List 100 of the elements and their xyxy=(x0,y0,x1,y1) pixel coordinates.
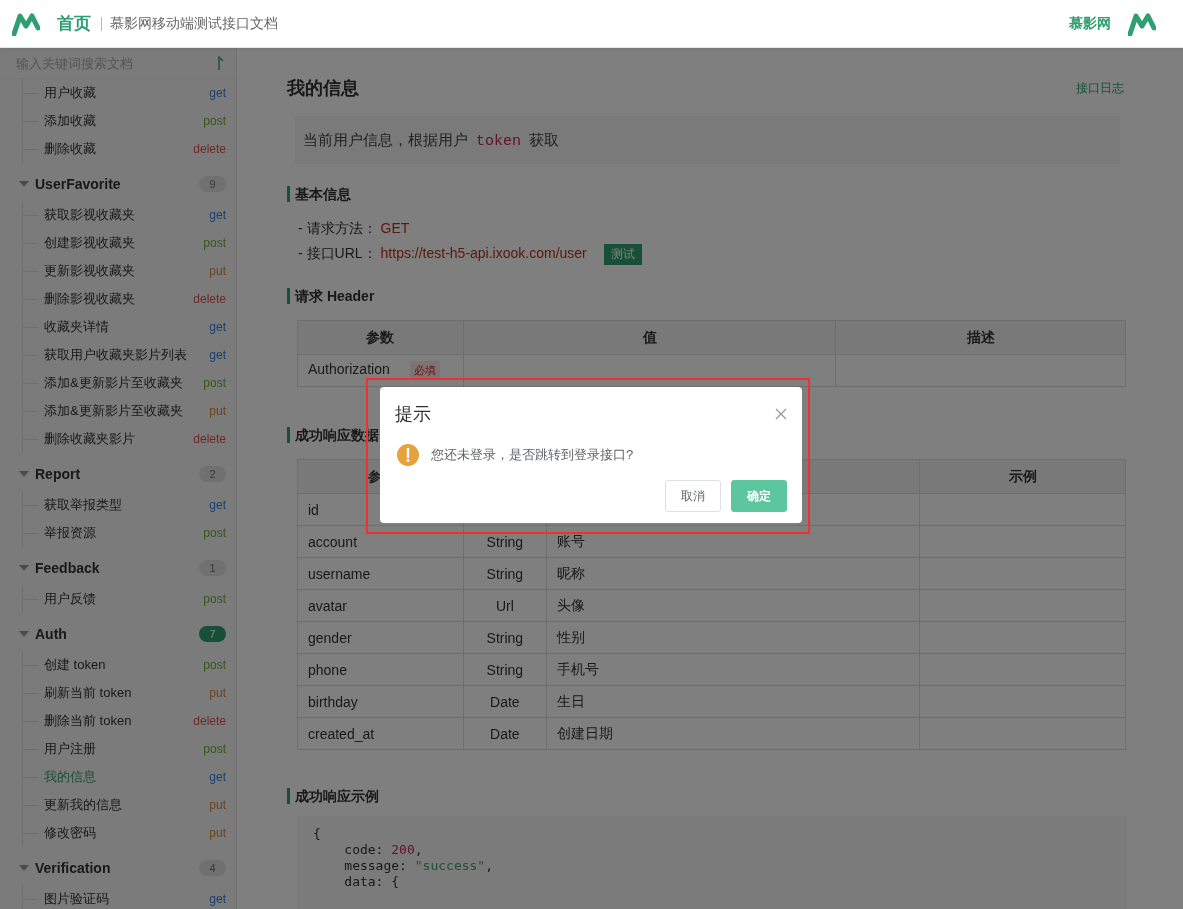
sidebar-item[interactable]: 添加&更新影片至收藏夹 post xyxy=(23,369,236,397)
sidebar-item[interactable]: 创建影视收藏夹 post xyxy=(23,229,236,257)
expand-triangle-icon[interactable] xyxy=(19,471,29,477)
group-title[interactable]: Auth xyxy=(35,626,199,642)
table-cell: 账号 xyxy=(546,525,920,558)
method-label: post xyxy=(203,114,226,128)
method-label: post xyxy=(203,526,226,540)
table-cell: phone xyxy=(297,653,464,686)
table-cell: 昵称 xyxy=(546,557,920,590)
method-label: post xyxy=(203,658,226,672)
column-header: 参数 xyxy=(297,320,464,355)
method-label: get xyxy=(209,348,226,362)
table-cell: 性别 xyxy=(546,621,920,654)
sidebar-item[interactable]: 用户收藏 get xyxy=(23,79,236,107)
table-cell: String xyxy=(463,557,547,590)
expand-triangle-icon[interactable] xyxy=(19,181,29,187)
sidebar-item[interactable]: 删除影视收藏夹 delete xyxy=(23,285,236,313)
method-label: get xyxy=(209,86,226,100)
table-cell: 头像 xyxy=(546,589,920,622)
warning-icon xyxy=(397,444,419,466)
group-title[interactable]: Verification xyxy=(35,860,199,876)
logo-icon xyxy=(12,11,40,36)
table-cell: String xyxy=(463,525,547,558)
count-badge: 9 xyxy=(199,176,226,192)
table-cell: 生日 xyxy=(546,685,920,718)
sidebar-item[interactable]: 删除收藏 delete xyxy=(23,135,236,163)
sidebar-item[interactable]: 图片验证码 get xyxy=(23,885,236,909)
sidebar-item[interactable]: 创建 token post xyxy=(23,651,236,679)
table-cell: Date xyxy=(463,685,547,718)
field-label: - 请求方法： xyxy=(298,220,377,236)
sidebar-item[interactable]: 删除收藏夹影片 delete xyxy=(23,425,236,453)
sidebar-item[interactable]: 用户反馈 post xyxy=(23,585,236,613)
cancel-button[interactable]: 取消 xyxy=(665,480,721,512)
dialog-title: 提示 xyxy=(395,403,431,426)
table-cell: Date xyxy=(463,717,547,750)
method-label: put xyxy=(209,826,226,840)
column-header: 描述 xyxy=(835,320,1126,355)
site-subtitle: 慕影网移动端测试接口文档 xyxy=(110,14,278,33)
expand-triangle-icon[interactable] xyxy=(19,865,29,871)
sidebar-item[interactable]: 添加收藏 post xyxy=(23,107,236,135)
section-heading: 请求 Header xyxy=(287,288,1127,304)
log-link[interactable]: 接口日志 xyxy=(1076,79,1124,97)
sidebar-item[interactable]: 更新影视收藏夹 put xyxy=(23,257,236,285)
table-cell: birthday xyxy=(297,685,464,718)
method-label: post xyxy=(203,742,226,756)
method-label: delete xyxy=(193,714,226,728)
table-cell: created_at xyxy=(297,717,464,750)
count-badge: 4 xyxy=(199,860,226,876)
table-cell: String xyxy=(463,653,547,686)
sidebar-item[interactable]: 我的信息 get xyxy=(23,763,236,791)
sidebar-item[interactable]: 用户注册 post xyxy=(23,735,236,763)
column-header: 值 xyxy=(463,320,836,355)
table-cell: account xyxy=(297,525,464,558)
sidebar-item[interactable]: 添加&更新影片至收藏夹 put xyxy=(23,397,236,425)
table-cell: Url xyxy=(463,589,547,622)
section-heading: 成功响应示例 xyxy=(287,788,1127,804)
expand-triangle-icon[interactable] xyxy=(19,565,29,571)
url-link[interactable]: https://test-h5-api.ixook.com/user xyxy=(380,245,587,261)
expand-triangle-icon[interactable] xyxy=(19,631,29,637)
table-cell: 手机号 xyxy=(546,653,920,686)
method-label: put xyxy=(209,686,226,700)
sidebar-item[interactable]: 举报资源 post xyxy=(23,519,236,547)
method-label: post xyxy=(203,236,226,250)
column-header: 示例 xyxy=(919,459,1126,494)
home-link[interactable]: 首页 xyxy=(57,12,91,35)
close-icon[interactable] xyxy=(775,408,787,420)
table-cell: 创建日期 xyxy=(546,717,920,750)
sidebar-item[interactable]: 获取用户收藏夹影片列表 get xyxy=(23,341,236,369)
sidebar-item[interactable]: 更新我的信息 put xyxy=(23,791,236,819)
method-label: get xyxy=(209,770,226,784)
code-line: { xyxy=(313,826,322,842)
method-label: post xyxy=(203,376,226,390)
table-cell: String xyxy=(463,621,547,654)
method-label: delete xyxy=(193,432,226,446)
logo-icon xyxy=(1128,11,1156,36)
group-title[interactable]: Report xyxy=(35,466,199,482)
field-label: - 接口URL： xyxy=(298,245,377,261)
test-button[interactable]: 测试 xyxy=(603,244,642,265)
sidebar-item[interactable]: 删除当前 token delete xyxy=(23,707,236,735)
flag-icon xyxy=(218,56,224,70)
sidebar-item[interactable]: 获取举报类型 get xyxy=(23,491,236,519)
method-label: delete xyxy=(193,142,226,156)
table-cell: Authorization xyxy=(308,361,390,377)
method-label: get xyxy=(209,208,226,222)
method-label: put xyxy=(209,264,226,278)
sidebar-item[interactable]: 收藏夹详情 get xyxy=(23,313,236,341)
method-label: put xyxy=(209,798,226,812)
method-label: delete xyxy=(193,292,226,306)
group-title[interactable]: UserFavorite xyxy=(35,176,199,192)
section-heading: 基本信息 xyxy=(287,186,1127,202)
brand-link[interactable]: 慕影网 xyxy=(1069,14,1111,33)
description-text: 当前用户信息，根据用户 token 获取 xyxy=(303,130,559,150)
method-label: get xyxy=(209,320,226,334)
group-title[interactable]: Feedback xyxy=(35,560,199,576)
method-label: put xyxy=(209,404,226,418)
sidebar-item[interactable]: 获取影视收藏夹 get xyxy=(23,201,236,229)
method-label: post xyxy=(203,592,226,606)
table-cell: avatar xyxy=(297,589,464,622)
sidebar-item[interactable]: 修改密码 put xyxy=(23,819,236,847)
sidebar-item[interactable]: 刷新当前 token put xyxy=(23,679,236,707)
